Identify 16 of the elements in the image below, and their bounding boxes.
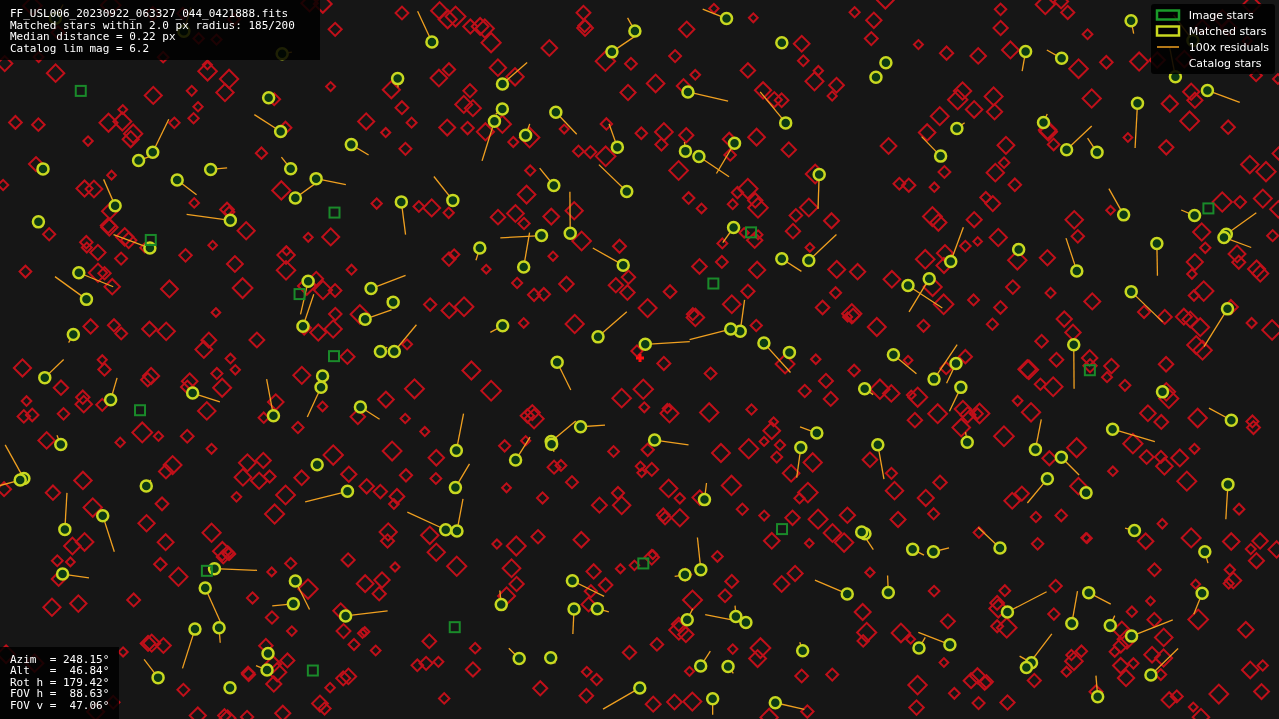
pointing-text: Azim = 248.15° — [10, 653, 110, 665]
info-text: FF_USL006_20230922_063327_044_0421888.fits — [10, 8, 290, 20]
pointing-text: Alt = 46.84° — [10, 665, 110, 677]
legend-label: Image stars — [1188, 8, 1254, 22]
info-text: Matched stars within 2.0 px radius: 185/200 — [10, 19, 296, 31]
pointing-text: FOV v = 47.06° — [10, 699, 110, 711]
residual-line-icon — [1155, 46, 1180, 48]
legend-label: Matched stars — [1188, 24, 1267, 38]
info-text: Catalog lim mag = 6.2 — [10, 42, 151, 54]
pointing-text: FOV h = 88.63° — [10, 688, 110, 700]
legend-label: 100x residuals — [1188, 40, 1269, 54]
legend-label: Catalog stars — [1188, 56, 1262, 70]
image-star-marker-icon — [1155, 9, 1180, 21]
pointing-text: Rot h = 179.42° — [10, 676, 110, 688]
info-text: Median distance = 0.22 px — [10, 31, 176, 43]
matched-star-marker-icon — [1155, 25, 1180, 37]
